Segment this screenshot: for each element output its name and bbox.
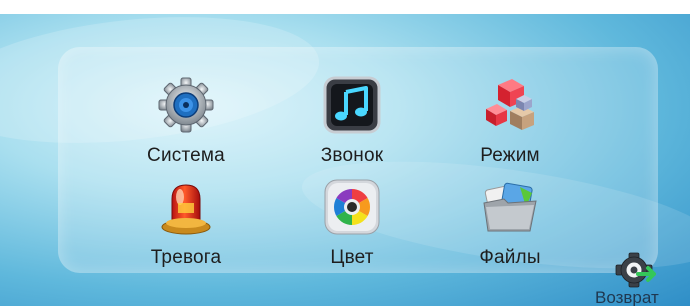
alarm-siren-icon — [161, 184, 211, 235]
menu-item-label: Тревога — [150, 247, 222, 268]
menu-item-color[interactable]: Цвет — [282, 175, 422, 275]
gear-icon — [158, 77, 214, 133]
menu-item-label: Система — [147, 145, 225, 166]
menu-panel: Система Звонок Режим Тревога Цвет Файлы — [58, 47, 658, 273]
menu-item-alarm[interactable]: Тревога — [116, 175, 256, 275]
menu-item-mode[interactable]: Режим — [440, 73, 580, 173]
folder-icon — [483, 182, 537, 232]
gear-back-arrow-icon — [615, 252, 656, 288]
back-button[interactable]: Возврат — [592, 248, 688, 306]
menu-item-ring[interactable]: Звонок — [282, 73, 422, 173]
menu-item-label: Звонок — [320, 145, 384, 166]
back-label: Возврат — [595, 288, 659, 306]
color-wheel-icon — [324, 179, 380, 235]
main-menu-screen: Система Звонок Режим Тревога Цвет Файлы … — [0, 0, 690, 306]
menu-item-system[interactable]: Система — [116, 73, 256, 173]
cubes-icon — [486, 79, 534, 130]
music-note-icon — [323, 76, 381, 134]
menu-item-files[interactable]: Файлы — [440, 175, 580, 275]
menu-item-label: Файлы — [479, 247, 541, 268]
top-band — [0, 0, 690, 14]
menu-item-label: Цвет — [330, 247, 374, 268]
menu-item-label: Режим — [480, 145, 540, 166]
